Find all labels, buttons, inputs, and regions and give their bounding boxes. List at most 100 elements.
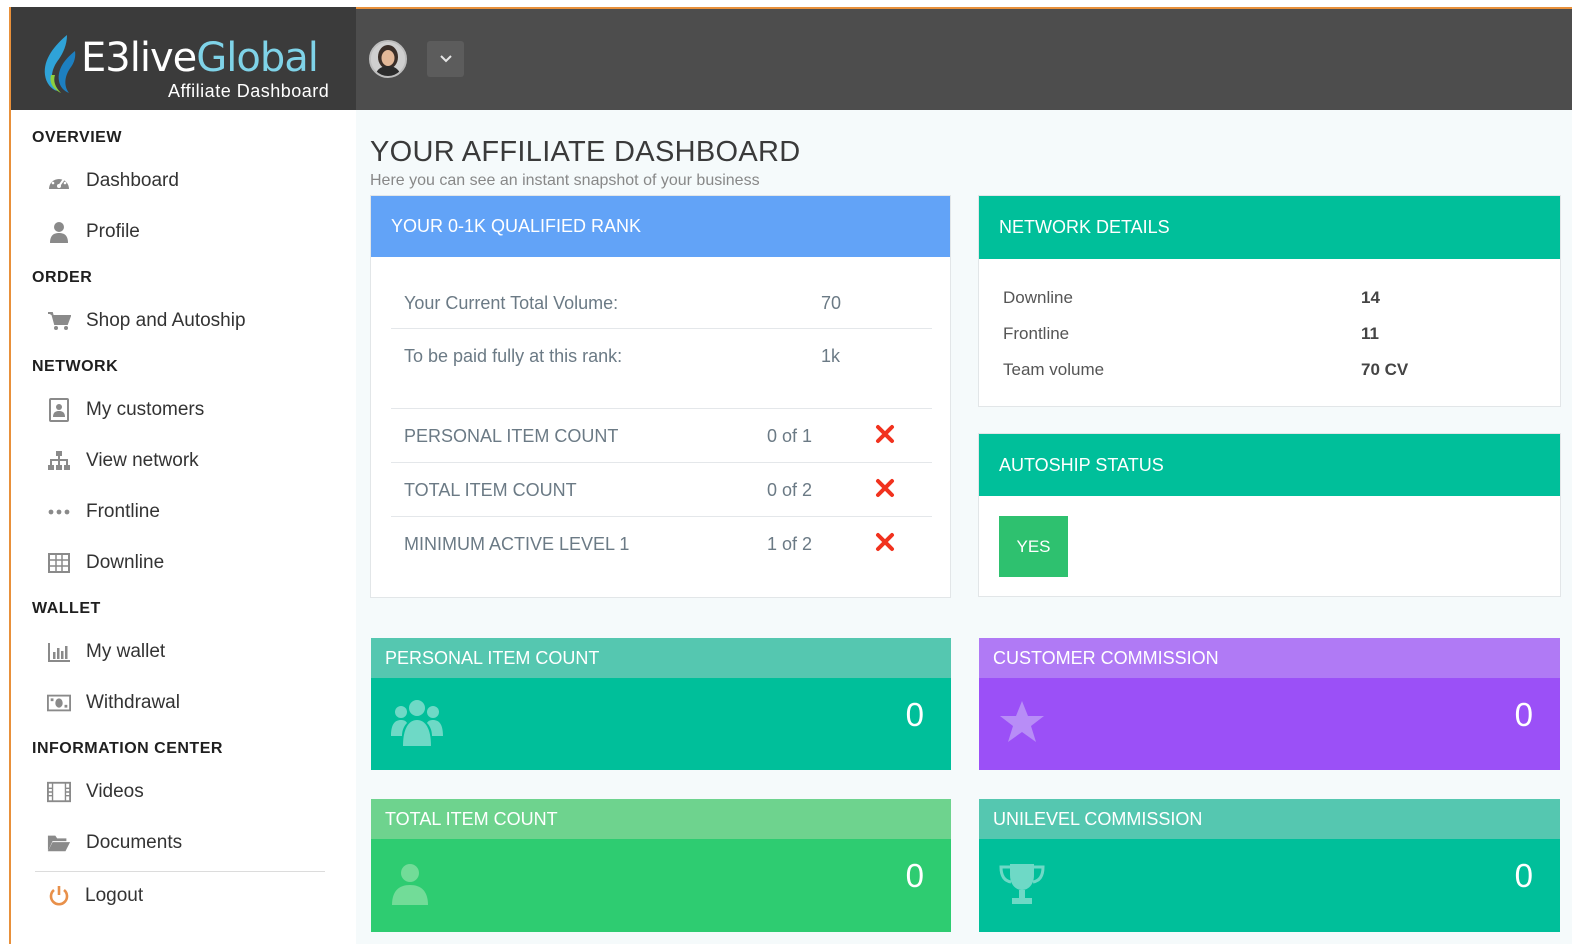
panel-title: AUTOSHIP STATUS: [999, 454, 1164, 475]
stat-card-customer-commission: CUSTOMER COMMISSION 0: [979, 638, 1560, 770]
users-group-icon: [391, 698, 443, 751]
avatar-portrait-icon: [371, 42, 405, 76]
divider: [391, 408, 932, 409]
sidebar-item-frontline[interactable]: Frontline: [11, 492, 356, 532]
sidebar-item-label: Withdrawal: [86, 692, 180, 713]
network-details-panel: NETWORK DETAILS Downline 14 Frontline 11…: [978, 195, 1561, 407]
chevron-down-icon: [439, 55, 452, 63]
stat-card-value: 0: [905, 857, 924, 894]
current-volume-label: Your Current Total Volume:: [404, 293, 619, 313]
stat-card-body: 0: [371, 839, 951, 932]
sidebar-item-label: Videos: [86, 781, 144, 802]
ellipsis-icon: [47, 500, 71, 524]
nav-heading-overview: OVERVIEW: [32, 129, 122, 146]
sidebar-item-label: Shop and Autoship: [86, 310, 246, 331]
brand-logo[interactable]: E3liveGlobal Affiliate Dashboard: [11, 7, 356, 110]
requirement-label: PERSONAL ITEM COUNT: [404, 426, 619, 446]
autoship-status-panel-header: AUTOSHIP STATUS: [979, 434, 1560, 496]
stat-card-title: CUSTOMER COMMISSION: [979, 638, 1560, 678]
sidebar-item-dashboard[interactable]: Dashboard: [11, 161, 356, 201]
sidebar-item-label: Frontline: [86, 501, 160, 522]
sidebar: OVERVIEW Dashboard Profile ORDER Shop an…: [11, 110, 356, 944]
user-icon: [47, 220, 71, 244]
page-subtitle: Here you can see an instant snapshot of …: [370, 172, 760, 189]
network-row-frontline: Frontline 11: [1003, 324, 1523, 344]
panel-title: NETWORK DETAILS: [999, 217, 1170, 237]
top-bar: [356, 9, 1572, 110]
stat-card-title: PERSONAL ITEM COUNT: [371, 638, 951, 678]
main-content: YOUR AFFILIATE DASHBOARD Here you can se…: [356, 110, 1572, 944]
qualified-rank-panel-header: YOUR 0-1K QUALIFIED RANK: [371, 196, 950, 257]
requirement-label: TOTAL ITEM COUNT: [404, 480, 577, 500]
sidebar-item-my-customers[interactable]: My customers: [11, 390, 356, 430]
sidebar-item-my-wallet[interactable]: My wallet: [11, 632, 356, 672]
network-row-label: Downline: [1003, 288, 1073, 307]
logout-label: Logout: [85, 885, 144, 906]
sidebar-item-label: Profile: [86, 221, 140, 242]
sidebar-item-videos[interactable]: Videos: [11, 772, 356, 812]
stat-card-body: 0: [371, 678, 951, 770]
logout-button[interactable]: Logout: [11, 876, 356, 916]
table-grid-icon: [47, 551, 71, 575]
sidebar-item-label: Downline: [86, 552, 165, 573]
sidebar-item-shop-and-autoship[interactable]: Shop and Autoship: [11, 301, 356, 341]
film-icon: [47, 780, 71, 804]
requirement-value: 0 of 2: [767, 480, 813, 500]
sidebar-item-profile[interactable]: Profile: [11, 212, 356, 252]
divider: [391, 516, 932, 517]
flame-logo-icon: [44, 35, 76, 93]
nav-heading-information-center: INFORMATION CENTER: [32, 740, 223, 757]
divider: [391, 462, 932, 463]
network-row-downline: Downline 14: [1003, 288, 1523, 308]
stat-card-title: UNILEVEL COMMISSION: [979, 799, 1560, 839]
folder-open-icon: [47, 831, 71, 855]
network-row-label: Frontline: [1003, 324, 1070, 343]
qualified-rank-panel: YOUR 0-1K QUALIFIED RANK Your Current To…: [370, 195, 951, 598]
not-met-x-icon: [875, 532, 895, 557]
trophy-icon: [999, 863, 1045, 910]
nav-heading-order: ORDER: [32, 269, 93, 286]
stat-card-value: 0: [1514, 696, 1533, 733]
sidebar-item-downline[interactable]: Downline: [11, 543, 356, 583]
stat-card-value: 0: [905, 696, 924, 733]
autoship-status-badge[interactable]: YES: [999, 516, 1068, 577]
stat-card-personal-item-count: PERSONAL ITEM COUNT 0: [371, 638, 951, 770]
requirement-label: MINIMUM ACTIVE LEVEL 1: [404, 534, 630, 554]
stat-card-total-item-count: TOTAL ITEM COUNT 0: [371, 799, 951, 932]
current-volume-value: 70: [821, 293, 842, 313]
sidebar-item-label: View network: [86, 450, 199, 471]
sidebar-item-withdrawal[interactable]: Withdrawal: [11, 683, 356, 723]
sidebar-divider: [35, 871, 325, 872]
sitemap-icon: [47, 449, 71, 473]
requirement-value: 1 of 2: [767, 534, 813, 554]
stat-card-body: 0: [979, 678, 1560, 770]
sidebar-item-label: My customers: [86, 399, 205, 420]
dashboard-gauge-icon: [47, 169, 71, 193]
user-menu-dropdown-button[interactable]: [427, 41, 464, 77]
paid-fully-value: 1k: [821, 346, 841, 366]
nav-heading-wallet: WALLET: [32, 600, 101, 617]
network-row-value: 14: [1361, 288, 1380, 307]
contact-card-icon: [47, 398, 71, 422]
not-met-x-icon: [875, 478, 895, 503]
stat-card-body: 0: [979, 839, 1560, 932]
nav-heading-network: NETWORK: [32, 358, 119, 375]
app-frame: E3liveGlobal Affiliate Dashboard OVERVIE…: [0, 0, 1572, 944]
power-icon: [47, 884, 71, 908]
not-met-x-icon: [875, 424, 895, 449]
network-row-label: Team volume: [1003, 360, 1105, 379]
page-title: YOUR AFFILIATE DASHBOARD: [370, 136, 801, 168]
user-avatar[interactable]: [369, 40, 407, 78]
sidebar-item-label: Dashboard: [86, 170, 179, 191]
panel-title: YOUR 0-1K QUALIFIED RANK: [391, 216, 642, 236]
money-bill-icon: [47, 691, 71, 715]
stat-card-value: 0: [1514, 857, 1533, 894]
network-row-team-volume: Team volume 70 CV: [1003, 360, 1523, 380]
sidebar-item-view-network[interactable]: View network: [11, 441, 356, 481]
stat-card-unilevel-commission: UNILEVEL COMMISSION 0: [979, 799, 1560, 932]
stat-card-title: TOTAL ITEM COUNT: [371, 799, 951, 839]
network-details-panel-header: NETWORK DETAILS: [979, 196, 1560, 259]
user-icon: [391, 863, 429, 910]
sidebar-item-documents[interactable]: Documents: [11, 823, 356, 863]
autoship-status-panel: AUTOSHIP STATUS YES: [978, 433, 1561, 597]
